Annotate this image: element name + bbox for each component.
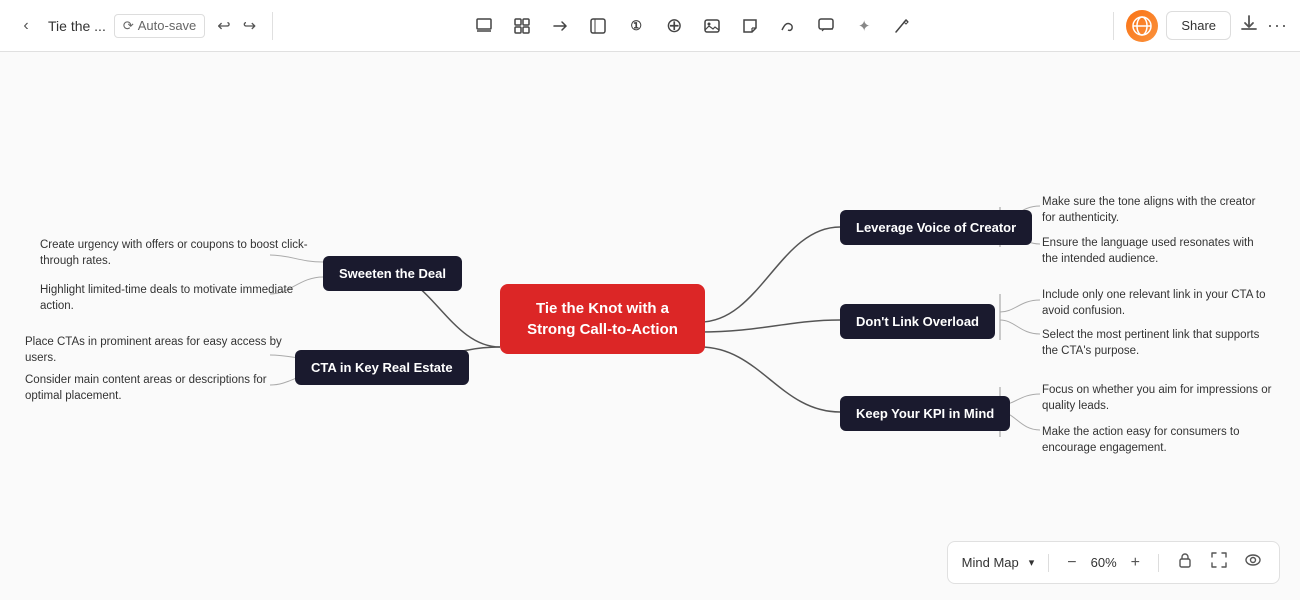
eye-button[interactable]: [1241, 550, 1265, 575]
kpi-node-label: Keep Your KPI in Mind: [856, 406, 994, 421]
leverage-text-2: Ensure the language used resonates with …: [1042, 235, 1272, 267]
sticky-tool-button[interactable]: [734, 10, 766, 42]
zoom-level: 60%: [1091, 555, 1117, 570]
toolbar-divider-2: [1113, 12, 1114, 40]
leverage-text-1: Make sure the tone aligns with the creat…: [1042, 194, 1272, 226]
download-button[interactable]: [1239, 13, 1259, 38]
back-button[interactable]: ‹: [12, 12, 40, 40]
autosave-label: Auto-save: [138, 18, 197, 33]
central-node[interactable]: Tie the Knot with a Strong Call-to-Actio…: [500, 284, 705, 354]
nolink-node-label: Don't Link Overload: [856, 314, 979, 329]
add-tool-button[interactable]: ⊕: [658, 10, 690, 42]
toolbar-center: ① ⊕ ✦: [285, 10, 1101, 42]
lock-button[interactable]: [1173, 550, 1197, 575]
kpi-node[interactable]: Keep Your KPI in Mind: [840, 396, 1010, 431]
autosave-icon: ⟳: [123, 18, 134, 34]
nolink-node[interactable]: Don't Link Overload: [840, 304, 995, 339]
cta-node[interactable]: CTA in Key Real Estate: [295, 350, 469, 385]
nolink-text-2: Select the most pertinent link that supp…: [1042, 327, 1272, 359]
zoom-in-button[interactable]: +: [1127, 552, 1144, 574]
frame-tool-button[interactable]: [506, 10, 538, 42]
toolbar-divider-1: [272, 12, 273, 40]
connect-tool-button[interactable]: [544, 10, 576, 42]
select-tool-button[interactable]: [468, 10, 500, 42]
draw-tool-button[interactable]: [772, 10, 804, 42]
undo-button[interactable]: ↩: [213, 12, 234, 40]
dropdown-icon: ▾: [1029, 556, 1035, 569]
toolbar: ‹ Tie the ... ⟳ Auto-save ↩ ↪ ① ⊕: [0, 0, 1300, 52]
canvas: Tie the Knot with a Strong Call-to-Actio…: [0, 52, 1300, 600]
document-title: Tie the ...: [48, 18, 106, 34]
leverage-node-label: Leverage Voice of Creator: [856, 220, 1016, 235]
cta-node-label: CTA in Key Real Estate: [311, 360, 453, 375]
fullscreen-button[interactable]: [1207, 550, 1231, 575]
shape-tool-button[interactable]: [582, 10, 614, 42]
leverage-node[interactable]: Leverage Voice of Creator: [840, 210, 1032, 245]
sweeten-node[interactable]: Sweeten the Deal: [323, 256, 462, 291]
more-options-button[interactable]: ···: [1267, 15, 1288, 36]
laser-tool-button[interactable]: [886, 10, 918, 42]
central-node-label: Tie the Knot with a Strong Call-to-Actio…: [527, 300, 678, 338]
bottom-bar-divider-1: [1048, 554, 1049, 572]
bottom-bar: Mind Map ▾ − 60% +: [947, 541, 1280, 584]
cta-text-1: Place CTAs in prominent areas for easy a…: [25, 334, 295, 366]
toolbar-left: ‹ Tie the ... ⟳ Auto-save ↩ ↪: [12, 12, 260, 40]
app-logo: [1126, 10, 1158, 42]
view-mode-label: Mind Map: [962, 555, 1019, 570]
share-button[interactable]: Share: [1166, 11, 1231, 40]
text-tool-button[interactable]: ①: [620, 10, 652, 42]
image-tool-button[interactable]: [696, 10, 728, 42]
toolbar-right: Share ···: [1126, 10, 1288, 42]
redo-button[interactable]: ↪: [239, 12, 260, 40]
zoom-out-button[interactable]: −: [1063, 552, 1080, 574]
sweeten-text-2: Highlight limited-time deals to motivate…: [40, 282, 310, 314]
autosave-indicator: ⟳ Auto-save: [114, 14, 205, 38]
sweeten-text-1: Create urgency with offers or coupons to…: [40, 237, 310, 269]
undo-redo-group: ↩ ↪: [213, 12, 260, 40]
sweeten-node-label: Sweeten the Deal: [339, 266, 446, 281]
comment-tool-button[interactable]: [810, 10, 842, 42]
cta-text-2: Consider main content areas or descripti…: [25, 372, 295, 404]
nolink-text-1: Include only one relevant link in your C…: [1042, 287, 1272, 319]
kpi-text-2: Make the action easy for consumers to en…: [1042, 424, 1272, 456]
bottom-bar-divider-2: [1158, 554, 1159, 572]
ai-tool-button[interactable]: ✦: [848, 10, 880, 42]
kpi-text-1: Focus on whether you aim for impressions…: [1042, 382, 1272, 414]
